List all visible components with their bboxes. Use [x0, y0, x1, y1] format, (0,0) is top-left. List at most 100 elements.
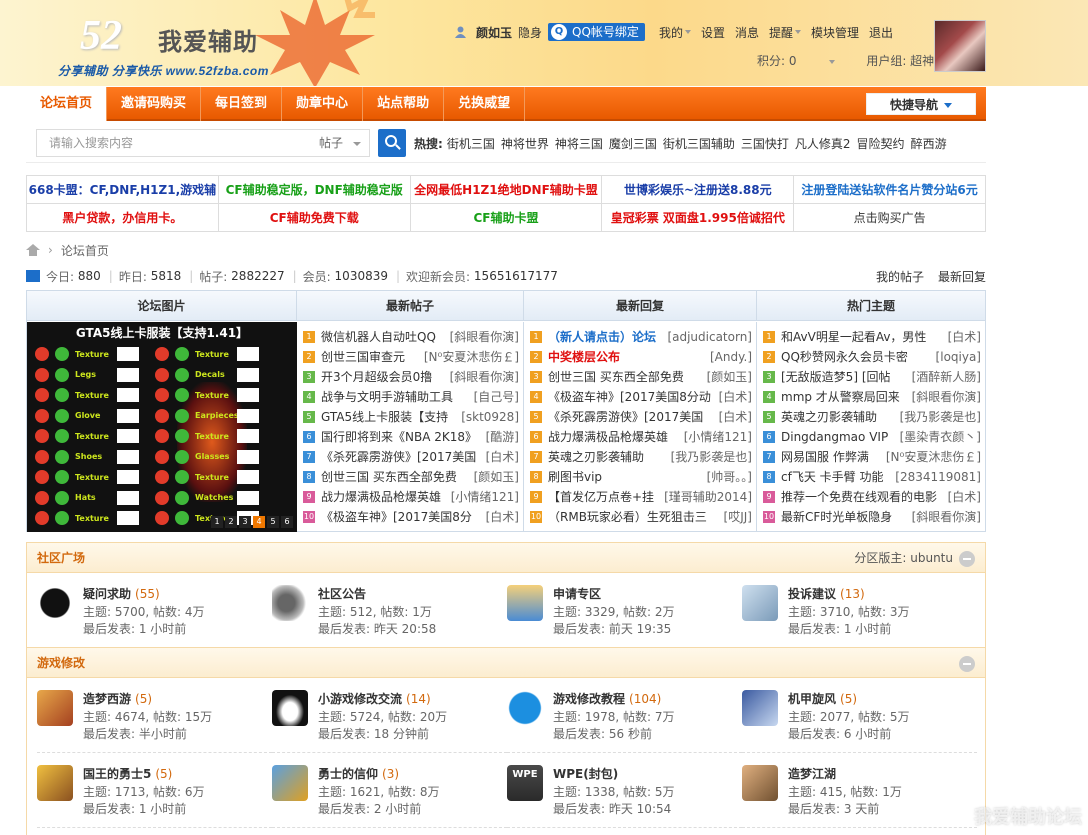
hot-search-item[interactable]: 神将世界 [501, 137, 549, 151]
logo-text[interactable]: 我爱辅助 [158, 22, 258, 57]
mecha-icon[interactable] [742, 690, 778, 726]
home-icon[interactable] [26, 244, 40, 256]
list-item-author[interactable]: [小情绪121] [684, 427, 752, 447]
hot-search-item[interactable]: 三国快打 [741, 137, 789, 151]
qq-bind-button[interactable]: Q QQ帐号绑定 [548, 23, 645, 41]
forum-last-post[interactable]: 最后发表: 18 分钟前 [318, 725, 429, 742]
list-item-author[interactable]: [酒醉新人肠] [912, 367, 981, 387]
list-item-title[interactable]: 创世三国审查元 [321, 347, 424, 367]
hot-search-item[interactable]: 冒险契约 [857, 137, 905, 151]
nav-settings[interactable]: 设置 [701, 24, 725, 41]
forum-title[interactable]: 造梦西游 [83, 692, 131, 706]
newest-member-link[interactable]: 15651617177 [474, 269, 558, 283]
list-item-author[interactable]: [斜眼看你演] [912, 507, 981, 527]
list-item-title[interactable]: 战力爆满极品枪爆英雄 [548, 427, 684, 447]
list-item-author[interactable]: [adjudicatorn] [667, 327, 752, 347]
forum-last-post[interactable]: 最后发表: 6 小时前 [788, 725, 891, 742]
forum-name[interactable]: 疑问求助 (55) [83, 585, 160, 602]
nav-messages[interactable]: 消息 [735, 24, 759, 41]
forum-last-post[interactable]: 最后发表: 1 小时前 [788, 620, 891, 637]
list-item-author[interactable]: [loqiya] [936, 347, 981, 367]
nav-reminders[interactable]: 提醒 [769, 24, 801, 41]
forum-name[interactable]: 小游戏修改交流 (14) [318, 690, 431, 707]
list-item-title[interactable]: QQ秒赞网永久会员卡密 [781, 347, 936, 367]
list-item[interactable]: 1 和AvV明星一起看Av，男性 [白术] [763, 327, 981, 347]
list-item[interactable]: 5 《杀死霹雳游侠》[2017美国 [白术] [530, 407, 752, 427]
collapse-icon[interactable] [959, 656, 975, 672]
list-item-title[interactable]: 和AvV明星一起看Av，男性 [781, 327, 948, 347]
hot-search-item[interactable]: 醉西游 [911, 137, 947, 151]
list-item-title[interactable]: mmp 才从警察局回来 [781, 387, 912, 407]
list-item-author[interactable]: [我乃影袭是也] [671, 447, 752, 467]
slider-page-3[interactable]: 3 [239, 516, 251, 528]
hot-search-item[interactable]: 凡人修真2 [795, 137, 851, 151]
section-title[interactable]: 游戏修改 [37, 656, 85, 670]
list-item[interactable]: 10 最新CF时光单板隐身 [斜眼看你演] [763, 507, 981, 527]
list-item-author[interactable]: [白术] [948, 327, 981, 347]
section-title[interactable]: 社区广场 [37, 551, 85, 565]
my-posts-link[interactable]: 我的帖子 [876, 270, 924, 284]
list-item-author[interactable]: [白术] [719, 407, 752, 427]
forum-name[interactable]: 游戏修改教程 (104) [553, 690, 661, 707]
nav-my[interactable]: 我的 [659, 24, 691, 41]
list-item-author[interactable]: [颜如玉] [474, 467, 519, 487]
hot-search-item[interactable]: 街机三国 [447, 137, 495, 151]
ad-link[interactable]: 668卡盟：CF,DNF,H1Z1,游戏辅 [26, 175, 219, 204]
list-item-title[interactable]: 战争与文明手游辅助工具 [321, 387, 474, 407]
nav-tab-4[interactable]: 站点帮助 [363, 87, 445, 121]
king-icon[interactable] [37, 765, 73, 801]
speaker-icon[interactable] [272, 585, 308, 621]
list-item-title[interactable]: 《极盗车神》[2017美国8分动 [548, 387, 719, 407]
list-item-title[interactable]: 推荐一个免费在线观看的电影 [781, 487, 948, 507]
list-item[interactable]: 4 战争与文明手游辅助工具 [自己号] [303, 387, 519, 407]
list-item-title[interactable]: 网易国服 作弊满 [781, 447, 886, 467]
forum-name[interactable]: 社区公告 [318, 585, 366, 602]
list-item-author[interactable]: [自己号] [474, 387, 519, 407]
list-item-title[interactable]: 国行即将到来《NBA 2K18》 [321, 427, 486, 447]
forum-title[interactable]: 勇士的信仰 [318, 767, 378, 781]
ad-link[interactable]: CF辅助稳定版，DNF辅助稳定版 [217, 175, 411, 204]
list-item-title[interactable]: 最新CF时光单板隐身 [781, 507, 912, 527]
list-item-title[interactable]: 英魂之刃影袭辅助 [781, 407, 900, 427]
search-button[interactable] [378, 129, 406, 157]
ad-link[interactable]: 注册登陆送钻软件名片赞分站6元 [793, 175, 986, 204]
forum-title[interactable]: 社区公告 [318, 587, 366, 601]
list-item[interactable]: 5 GTA5线上卡服装【支持 [skt0928] [303, 407, 519, 427]
list-item-author[interactable]: [白术] [719, 387, 752, 407]
list-item[interactable]: 3 开3个月超级会员0撸 [斜眼看你演] [303, 367, 519, 387]
list-item[interactable]: 7 《杀死霹雳游侠》[2017美国 [白术] [303, 447, 519, 467]
hot-search-item[interactable]: 街机三国辅助 [663, 137, 735, 151]
list-item-author[interactable]: [Andy.] [710, 347, 752, 367]
latest-reply-link[interactable]: 最新回复 [938, 270, 986, 284]
slider-page-6[interactable]: 6 [281, 516, 293, 528]
slider-page-1[interactable]: 1 [211, 516, 223, 528]
list-item-title[interactable]: 《杀死霹雳游侠》[2017美国 [321, 447, 486, 467]
list-item[interactable]: 3 创世三国 买东西全部免费 [颜如玉] [530, 367, 752, 387]
forum-title[interactable]: 造梦江湖 [788, 767, 836, 781]
forum-name[interactable]: 造梦西游 (5) [83, 690, 152, 707]
nav-tab-3[interactable]: 勋章中心 [282, 87, 364, 121]
list-item-author[interactable]: [skt0928] [461, 407, 519, 427]
forum-title[interactable]: 小游戏修改交流 [318, 692, 402, 706]
section-moderator[interactable]: 分区版主: ubuntu [854, 543, 953, 573]
slider-caption[interactable]: GTA5线上卡服装【支持1.41】 [27, 324, 297, 341]
soot-sprite-icon[interactable] [37, 585, 73, 621]
list-item[interactable]: 7 英魂之刃影袭辅助 [我乃影袭是也] [530, 447, 752, 467]
hot-search-item[interactable]: 神将三国 [555, 137, 603, 151]
list-item[interactable]: 6 战力爆满极品枪爆英雄 [小情绪121] [530, 427, 752, 447]
list-item-author[interactable]: [帅哥。。] [707, 467, 752, 487]
ad-link[interactable]: CF辅助卡盟 [409, 203, 603, 232]
forum-last-post[interactable]: 最后发表: 半小时前 [83, 725, 187, 742]
list-item-author[interactable]: [小情绪121] [451, 487, 519, 507]
forum-title[interactable]: 投诉建议 [788, 587, 836, 601]
forum-title[interactable]: 游戏修改教程 [553, 692, 625, 706]
ad-link[interactable]: 皇冠彩票 双面盘1.995倍诚招代 [601, 203, 795, 232]
list-item-author[interactable]: [白术] [486, 447, 519, 467]
list-item[interactable]: 9 推荐一个免费在线观看的电影 [白术] [763, 487, 981, 507]
list-item[interactable]: 6 Dingdangmao VIP [墨染青衣颜丶] [763, 427, 981, 447]
list-item-title[interactable]: （RMB玩家必看）生死狙击三 [548, 507, 724, 527]
penguin-icon[interactable] [272, 690, 308, 726]
list-item[interactable]: 2 QQ秒赞网永久会员卡密 [loqiya] [763, 347, 981, 367]
list-item-title[interactable]: （新人请点击）论坛 [548, 327, 667, 347]
nav-tab-1[interactable]: 邀请码购买 [107, 87, 202, 121]
